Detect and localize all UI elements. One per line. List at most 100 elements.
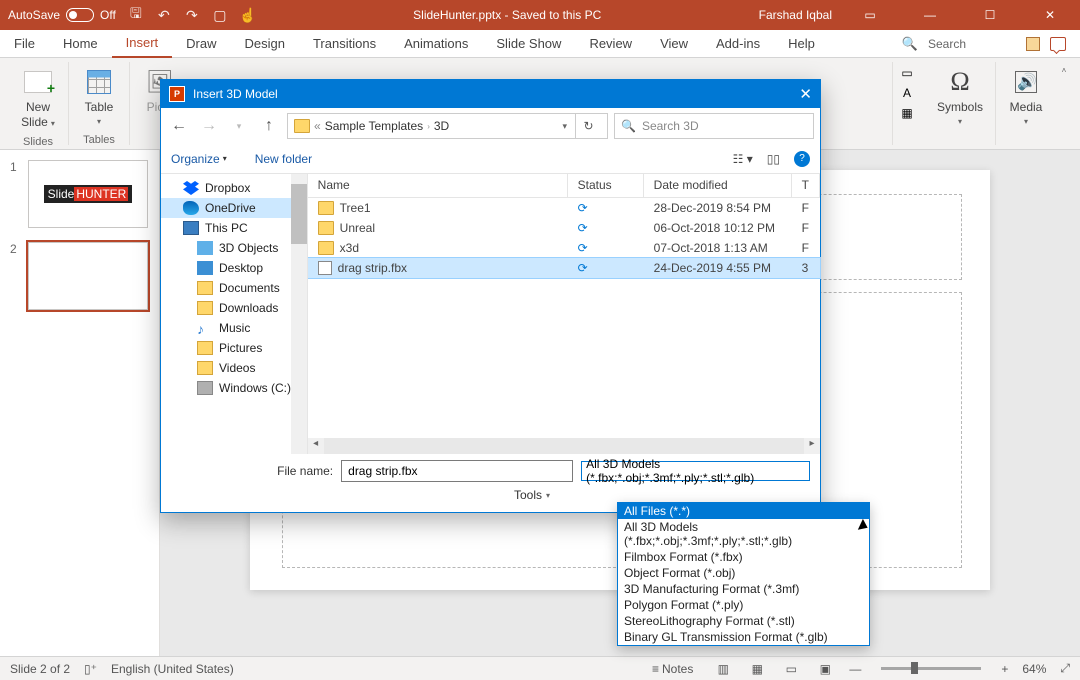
redo-icon[interactable]: ↷ <box>184 7 200 23</box>
dialog-close-button[interactable]: ✕ <box>799 85 812 103</box>
tree-onedrive[interactable]: OneDrive <box>161 198 307 218</box>
file-list-scrollbar[interactable]: ◂▸ <box>308 438 820 454</box>
breadcrumb-2[interactable]: 3D <box>434 119 449 133</box>
new-slide-button[interactable]: New Slide ▾ <box>16 62 60 134</box>
tab-view[interactable]: View <box>646 30 702 58</box>
col-type[interactable]: T <box>792 174 820 197</box>
thumbnail-2[interactable]: 2 <box>10 242 149 310</box>
tab-help[interactable]: Help <box>774 30 829 58</box>
wordart-icon[interactable]: A <box>897 84 917 102</box>
tools-menu[interactable]: Tools ▾ <box>514 488 550 502</box>
filetype-dropdown[interactable]: All 3D Models (*.fbx;*.obj;*.3mf;*.ply;*… <box>581 461 810 481</box>
tab-design[interactable]: Design <box>231 30 299 58</box>
header-footer-icon[interactable]: ▭ <box>897 64 917 82</box>
filename-input[interactable] <box>341 460 573 482</box>
dropdown-item[interactable]: All 3D Models (*.fbx;*.obj;*.3mf;*.ply;*… <box>618 519 869 549</box>
reading-view-icon[interactable]: ▭ <box>781 661 801 677</box>
spellcheck-icon[interactable]: ▯⁺ <box>84 662 97 676</box>
tab-addins[interactable]: Add-ins <box>702 30 774 58</box>
search-box[interactable]: 🔍 Search 3D <box>614 113 814 139</box>
zoom-level[interactable]: 64% <box>1022 662 1046 676</box>
new-folder-button[interactable]: New folder <box>255 152 312 166</box>
notes-button[interactable]: ≡ Notes <box>646 662 699 676</box>
slideshow-view-icon[interactable]: ▣ <box>815 661 835 677</box>
help-icon[interactable]: ? <box>794 151 810 167</box>
tree-windows-c[interactable]: Windows (C:) <box>161 378 307 398</box>
tree-this-pc[interactable]: This PC <box>161 218 307 238</box>
normal-view-icon[interactable]: ▥ <box>713 661 733 677</box>
breadcrumb-1[interactable]: Sample Templates <box>325 119 424 133</box>
tab-draw[interactable]: Draw <box>172 30 230 58</box>
dropdown-item[interactable]: Object Format (*.obj) <box>618 565 869 581</box>
dropdown-item[interactable]: Binary GL Transmission Format (*.glb) <box>618 629 869 645</box>
table-button[interactable]: Table▾ <box>77 62 121 132</box>
col-date[interactable]: Date modified <box>644 174 792 197</box>
filetype-dropdown-list[interactable]: All Files (*.*)All 3D Models (*.fbx;*.ob… <box>617 502 870 646</box>
forward-button[interactable]: → <box>197 114 221 138</box>
dialog-titlebar[interactable]: P Insert 3D Model ✕ <box>161 80 820 108</box>
tab-slideshow[interactable]: Slide Show <box>482 30 575 58</box>
save-icon[interactable]: 🖫 <box>128 7 144 23</box>
tree-pictures[interactable]: Pictures <box>161 338 307 358</box>
organize-menu[interactable]: Organize ▾ <box>171 152 227 166</box>
undo-icon[interactable]: ↶ <box>156 7 172 23</box>
zoom-slider[interactable] <box>881 667 981 670</box>
dropdown-item[interactable]: Filmbox Format (*.fbx) <box>618 549 869 565</box>
col-name[interactable]: Name <box>308 174 568 197</box>
language-label[interactable]: English (United States) <box>111 662 234 676</box>
col-status[interactable]: Status <box>568 174 644 197</box>
dropdown-item[interactable]: StereoLithography Format (*.stl) <box>618 613 869 629</box>
file-list-header[interactable]: Name Status Date modified T <box>308 174 820 198</box>
fit-to-window-icon[interactable]: ⤢ <box>1060 661 1070 676</box>
tree-videos[interactable]: Videos <box>161 358 307 378</box>
tree-3d-objects[interactable]: 3D Objects <box>161 238 307 258</box>
dropdown-item[interactable]: 3D Manufacturing Format (*.3mf) <box>618 581 869 597</box>
up-button[interactable]: ↑ <box>257 114 281 138</box>
slide-sorter-icon[interactable]: ▦ <box>747 661 767 677</box>
folder-tree[interactable]: Dropbox OneDrive This PC 3D Objects Desk… <box>161 174 308 454</box>
tab-review[interactable]: Review <box>575 30 646 58</box>
tree-downloads[interactable]: Downloads <box>161 298 307 318</box>
autosave-toggle[interactable]: AutoSave Off <box>8 8 116 22</box>
file-row[interactable]: Tree1 ⟳ 28-Dec-2019 8:54 PM F <box>308 198 820 218</box>
tab-animations[interactable]: Animations <box>390 30 482 58</box>
minimize-button[interactable]: — <box>908 0 952 30</box>
object-icon[interactable]: ▦ <box>897 104 917 122</box>
file-row[interactable]: x3d ⟳ 07-Oct-2018 1:13 AM F <box>308 238 820 258</box>
user-name[interactable]: Farshad Iqbal <box>759 8 832 22</box>
file-row[interactable]: drag strip.fbx ⟳ 24-Dec-2019 4:55 PM 3 <box>308 258 820 278</box>
tree-dropbox[interactable]: Dropbox <box>161 178 307 198</box>
zoom-in-button[interactable]: + <box>1001 662 1008 676</box>
refresh-button[interactable]: ↻ <box>575 113 601 139</box>
dropdown-item[interactable]: All Files (*.*) <box>618 503 869 519</box>
back-button[interactable]: ← <box>167 114 191 138</box>
tab-insert[interactable]: Insert <box>112 30 173 58</box>
search-label[interactable]: Search <box>928 37 966 51</box>
address-bar[interactable]: « Sample Templates › 3D ▾ ↻ <box>287 113 608 139</box>
tree-music[interactable]: ♪Music <box>161 318 307 338</box>
preview-pane-button[interactable]: ▯▯ <box>767 152 780 166</box>
close-button[interactable]: ✕ <box>1028 0 1072 30</box>
tree-documents[interactable]: Documents <box>161 278 307 298</box>
tab-home[interactable]: Home <box>49 30 112 58</box>
present-icon[interactable]: ▢ <box>212 7 228 23</box>
zoom-out-button[interactable]: — <box>849 662 861 676</box>
comments-icon[interactable] <box>1050 37 1066 51</box>
maximize-button[interactable]: ☐ <box>968 0 1012 30</box>
tab-transitions[interactable]: Transitions <box>299 30 390 58</box>
recent-menu[interactable]: ▾ <box>227 114 251 138</box>
tree-desktop[interactable]: Desktop <box>161 258 307 278</box>
share-icon[interactable] <box>1026 37 1040 51</box>
view-options-button[interactable]: ☷ ▾ <box>733 152 753 166</box>
search-icon[interactable]: 🔍 <box>902 36 918 52</box>
media-button[interactable]: Media▾ <box>1004 62 1048 132</box>
file-row[interactable]: Unreal ⟳ 06-Oct-2018 10:12 PM F <box>308 218 820 238</box>
dropdown-item[interactable]: Polygon Format (*.ply) <box>618 597 869 613</box>
tab-file[interactable]: File <box>0 30 49 58</box>
tree-scrollbar[interactable] <box>291 174 307 454</box>
symbols-button[interactable]: Ω Symbols▾ <box>933 62 987 132</box>
thumbnail-1[interactable]: 1 SlideHUNTER <box>10 160 149 228</box>
touch-icon[interactable]: ☝ <box>240 7 256 23</box>
ribbon-mode-icon[interactable]: ▭ <box>848 0 892 30</box>
collapse-ribbon-icon[interactable]: ˄ <box>1062 66 1067 75</box>
